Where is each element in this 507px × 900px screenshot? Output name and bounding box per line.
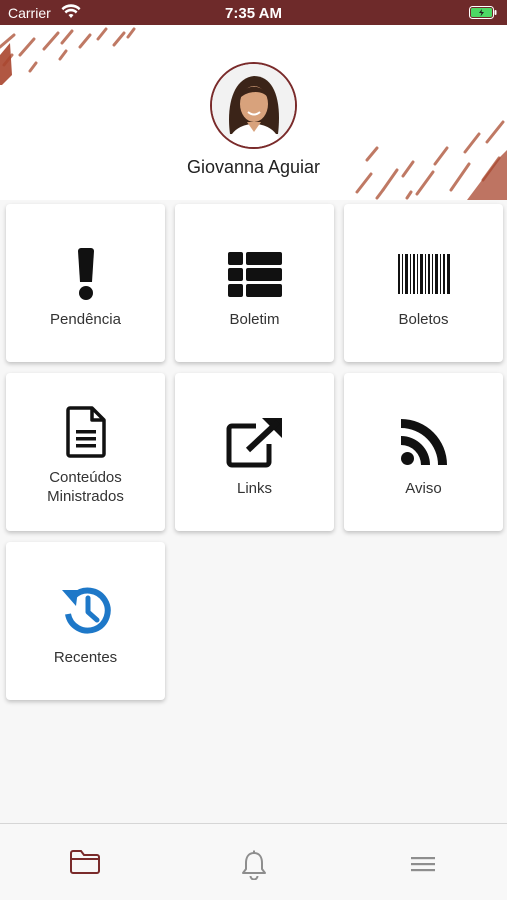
avatar[interactable] <box>210 62 297 149</box>
tile-boletim[interactable]: Boletim <box>175 204 334 362</box>
tile-links[interactable]: Links <box>175 373 334 531</box>
tile-boletos[interactable]: Boletos <box>344 204 503 362</box>
history-icon <box>6 584 165 636</box>
barcode-icon <box>344 254 503 294</box>
tile-label: Boletos <box>398 311 449 328</box>
tile-aviso[interactable]: Aviso <box>344 373 503 531</box>
clock-time: 7:35 AM <box>225 5 282 22</box>
exclamation-icon <box>6 248 165 300</box>
user-name: Giovanna Aguiar <box>186 157 321 177</box>
tile-label: Links <box>236 480 273 497</box>
status-bar: Carrier 7:35 AM <box>0 0 507 25</box>
tab-folder[interactable] <box>0 824 169 900</box>
profile-header: Giovanna Aguiar <box>0 25 507 200</box>
external-link-icon <box>175 416 334 468</box>
decorative-streaks <box>0 27 136 85</box>
menu-icon <box>410 850 435 900</box>
tile-recentes[interactable]: Recentes <box>6 542 165 700</box>
tile-label-line: Ministrados <box>47 488 124 505</box>
rss-icon <box>344 419 503 465</box>
bottom-tab-bar <box>0 823 507 900</box>
tile-conteudos-ministrados[interactable]: Conteúdos Ministrados <box>6 373 165 531</box>
battery-icon <box>469 6 497 24</box>
tile-label: Aviso <box>405 480 442 497</box>
tile-label-line: Conteúdos <box>49 469 122 486</box>
tab-notifications[interactable] <box>169 824 338 900</box>
folder-icon <box>69 850 101 900</box>
tile-pendencia[interactable]: Pendência <box>6 204 165 362</box>
tile-label: Pendência <box>50 311 121 328</box>
table-list-icon <box>175 252 334 297</box>
tile-label: Recentes <box>53 649 118 666</box>
bell-icon <box>240 850 268 900</box>
tab-menu[interactable] <box>338 824 507 900</box>
document-icon <box>6 406 165 458</box>
tile-label: Boletim <box>229 311 280 328</box>
tile-label: Conteúdos Ministrados <box>6 468 165 506</box>
